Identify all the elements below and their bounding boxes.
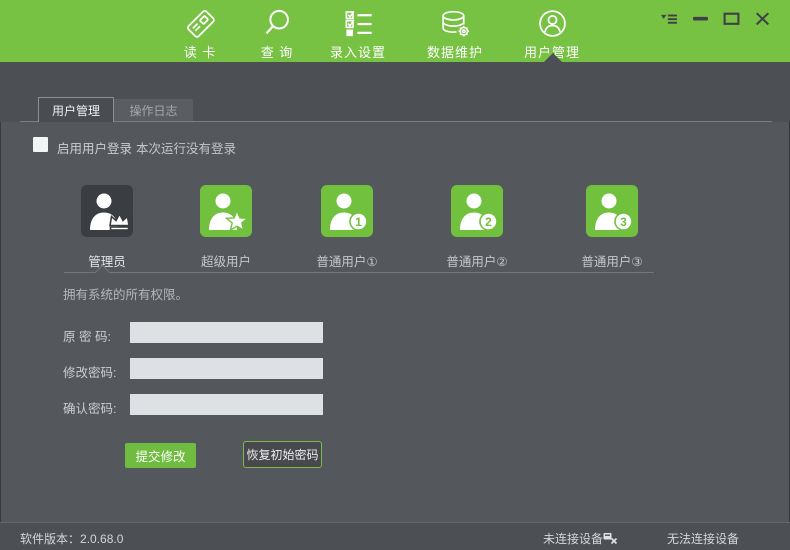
software-version: 软件版本：2.0.68.0 <box>20 530 123 547</box>
user-type-normal-2[interactable]: 2 普通用户② <box>422 185 532 270</box>
tab-label: 操作日志 <box>129 102 177 119</box>
user-type-super[interactable]: 超级用户 <box>171 185 281 270</box>
super-user-icon <box>200 185 252 237</box>
new-password-label: 修改密码: <box>63 362 116 381</box>
main-toolbar: 读 卡 查 询 <box>0 0 790 62</box>
user-type-label: 普通用户③ <box>557 251 667 270</box>
old-password-input[interactable] <box>130 322 323 343</box>
nav-item-data-maintenance[interactable]: 数据维护 <box>409 7 501 61</box>
enable-login-label: 启用用户登录 <box>57 138 132 157</box>
close-icon[interactable] <box>753 9 772 28</box>
enable-login-checkbox[interactable] <box>33 137 48 152</box>
user-type-admin[interactable]: 管理员 <box>52 185 162 270</box>
confirm-password-label: 确认密码: <box>63 398 116 417</box>
user-type-label: 普通用户① <box>292 251 402 270</box>
restore-initial-password-button[interactable]: 恢复初始密码 <box>243 441 322 468</box>
tab-user-management[interactable]: 用户管理 <box>38 97 114 122</box>
submit-changes-button[interactable]: 提交修改 <box>125 443 196 468</box>
svg-text:3: 3 <box>620 215 627 229</box>
user-type-label: 普通用户② <box>422 251 532 270</box>
user-type-label: 管理员 <box>52 251 162 270</box>
version-value: 2.0.68.0 <box>80 532 123 546</box>
tab-label: 用户管理 <box>52 102 100 119</box>
maximize-icon[interactable] <box>722 9 741 28</box>
device-disconnected-icon <box>602 529 618 548</box>
nav-label: 查 询 <box>231 42 323 61</box>
status-bar: 软件版本：2.0.68.0 未连接设备 无法连接设备 <box>0 522 790 550</box>
nav-item-query[interactable]: 查 询 <box>231 7 323 61</box>
database-gear-icon <box>409 7 501 40</box>
svg-text:1: 1 <box>355 215 362 229</box>
app-window: 读 卡 查 询 <box>0 0 790 550</box>
nav-item-entry-settings[interactable]: 录入设置 <box>312 7 404 61</box>
selected-user-description: 拥有系统的所有权限。 <box>63 284 188 303</box>
user-type-label: 超级用户 <box>171 251 281 270</box>
user-manage-icon <box>506 7 598 40</box>
version-label: 软件版本： <box>20 532 80 546</box>
tab-operation-log[interactable]: 操作日志 <box>114 99 193 121</box>
normal-user-2-icon: 2 <box>451 185 503 237</box>
nav-label: 数据维护 <box>409 42 501 61</box>
nav-label: 录入设置 <box>312 42 404 61</box>
minimize-icon[interactable] <box>691 9 710 28</box>
user-type-normal-3[interactable]: 3 普通用户③ <box>557 185 667 270</box>
user-row-divider <box>64 272 654 273</box>
normal-user-1-icon: 1 <box>321 185 373 237</box>
svg-text:2: 2 <box>485 215 492 229</box>
new-password-input[interactable] <box>130 358 323 379</box>
old-password-label: 原 密 码: <box>63 326 111 345</box>
normal-user-3-icon: 3 <box>586 185 638 237</box>
menu-icon[interactable] <box>660 9 679 28</box>
checklist-icon <box>312 7 404 40</box>
user-type-normal-1[interactable]: 1 普通用户① <box>292 185 402 270</box>
device-status-text: 未连接设备 <box>543 530 603 547</box>
tab-underline <box>20 121 772 122</box>
admin-user-icon <box>81 185 133 237</box>
session-status-text: 本次运行没有登录 <box>136 138 236 157</box>
window-controls <box>660 9 772 28</box>
active-nav-indicator <box>544 53 562 62</box>
connection-status-text: 无法连接设备 <box>667 530 739 547</box>
search-icon <box>231 7 323 40</box>
confirm-password-input[interactable] <box>130 394 323 415</box>
